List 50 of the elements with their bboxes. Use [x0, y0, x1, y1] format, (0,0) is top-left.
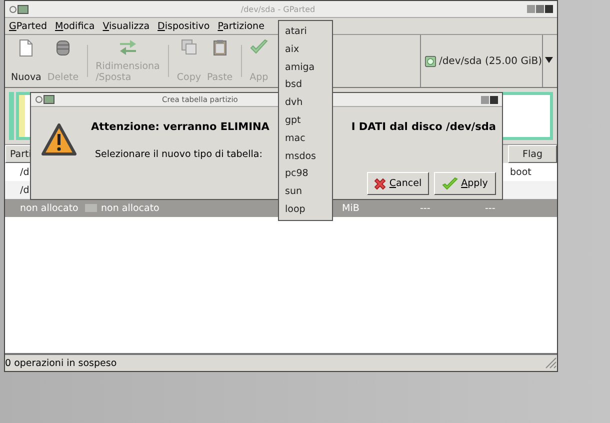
color-swatch-icon — [85, 204, 97, 212]
table-cell: MiB — [342, 202, 360, 214]
column-header[interactable]: Flag — [508, 145, 557, 163]
menu-option[interactable]: gpt — [279, 112, 332, 130]
menu-option[interactable]: loop — [279, 200, 332, 219]
table-cell: --- — [420, 202, 430, 214]
apply-button[interactable]: Apply — [434, 172, 496, 195]
caret-icon[interactable] — [545, 57, 553, 63]
window-controls-icon[interactable] — [527, 5, 553, 13]
menu-option[interactable]: atari — [279, 23, 332, 41]
arrows-icon — [118, 39, 138, 55]
menu-option[interactable]: amiga — [279, 58, 332, 76]
menu-option[interactable]: aix — [279, 40, 332, 59]
menu-option[interactable]: sun — [279, 183, 332, 201]
window-menu-icon[interactable] — [9, 4, 29, 14]
menu-item[interactable]: Dispositivo — [154, 20, 214, 32]
copy-icon — [180, 39, 197, 55]
warning-heading: Attenzione: verranno ELIMINA — [91, 121, 270, 133]
prompt-text: Selezionare il nuovo tipo di tabella: — [95, 149, 262, 160]
window-title: /dev/sda - GParted — [240, 4, 316, 14]
menu-item[interactable]: Modifica — [51, 20, 99, 32]
status-text: 0 operazioni in sospeso — [5, 358, 117, 368]
check-icon — [442, 176, 458, 190]
window-menu-icon[interactable] — [35, 95, 55, 104]
device-selector[interactable]: /dev/sda (25.00 GiB) — [421, 35, 543, 87]
menu-option[interactable]: pc98 — [279, 165, 332, 184]
menu-item[interactable]: GParted — [5, 20, 52, 32]
clipboard-icon — [212, 39, 227, 56]
cross-icon — [374, 178, 386, 190]
table-cell: non allocato — [85, 202, 160, 214]
table-cell: --- — [485, 202, 496, 214]
menu-option[interactable]: dvh — [279, 94, 332, 112]
toolbar-button[interactable]: Nuova — [8, 35, 44, 87]
table-cell: non allocato — [20, 202, 78, 214]
window-controls-icon[interactable] — [481, 96, 498, 104]
page-icon — [19, 39, 34, 57]
check-icon — [250, 39, 268, 55]
table-cell: /d — [20, 166, 30, 178]
cylinder-icon — [56, 39, 70, 57]
menu-option[interactable]: msdos — [279, 148, 332, 166]
menu-item[interactable]: Partizione — [214, 20, 268, 32]
resize-grip-icon[interactable] — [545, 357, 557, 369]
cancel-button[interactable]: Cancel — [367, 172, 429, 195]
menu-item[interactable]: Visualizza — [98, 20, 154, 32]
warning-icon — [41, 123, 77, 156]
warning-heading: I DATI dal disco /dev/sda — [351, 121, 496, 133]
table-cell: /d — [20, 184, 30, 196]
table-cell: boot — [510, 166, 532, 178]
menu-option[interactable]: bsd — [279, 76, 332, 94]
menu-option[interactable]: mac — [279, 130, 332, 148]
